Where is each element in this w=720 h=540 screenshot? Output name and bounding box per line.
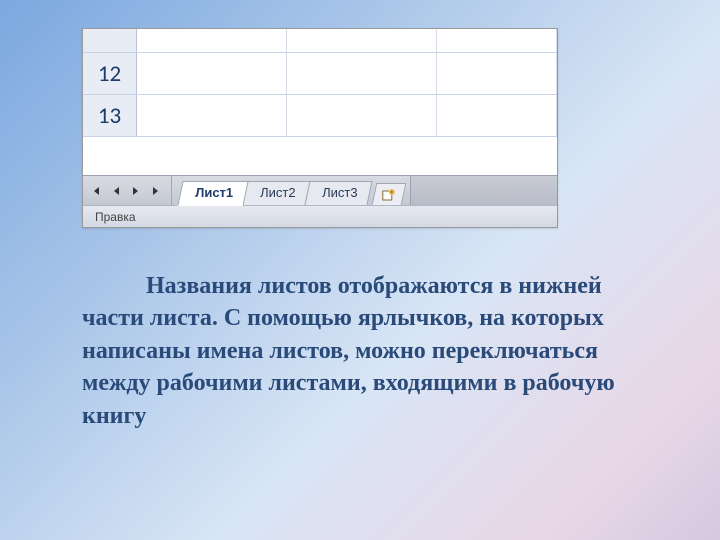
cell[interactable] bbox=[137, 53, 287, 94]
new-sheet-button[interactable] bbox=[372, 183, 407, 205]
sheet-tab-label: Лист2 bbox=[260, 185, 295, 200]
body-paragraph: Названия листов отображаются в нижней ча… bbox=[82, 273, 615, 429]
nav-last-icon[interactable] bbox=[147, 182, 165, 200]
sheet-tabs: Лист1 Лист2 Лист3 bbox=[172, 176, 404, 205]
row-header: 13 bbox=[83, 95, 137, 136]
tab-bar-scroll-area bbox=[410, 176, 557, 205]
cell[interactable] bbox=[137, 29, 287, 52]
sheet-tab[interactable]: Лист2 bbox=[242, 181, 311, 205]
grid-row: 13 bbox=[83, 95, 557, 137]
cell[interactable] bbox=[137, 95, 287, 136]
cell-area bbox=[137, 95, 557, 136]
sheet-tab[interactable]: Лист3 bbox=[305, 181, 374, 205]
cell[interactable] bbox=[287, 53, 437, 94]
cell-area bbox=[137, 29, 557, 52]
slide-body-text: Названия листов отображаются в нижней ча… bbox=[82, 270, 660, 432]
cell[interactable] bbox=[287, 95, 437, 136]
nav-first-icon[interactable] bbox=[87, 182, 105, 200]
new-sheet-icon bbox=[382, 189, 396, 201]
cell[interactable] bbox=[287, 29, 437, 52]
spreadsheet-screenshot: 12 13 bbox=[82, 28, 558, 228]
grid-row: 12 bbox=[83, 53, 557, 95]
nav-next-icon[interactable] bbox=[127, 182, 145, 200]
grid-row-partial bbox=[83, 29, 557, 53]
row-header: 12 bbox=[83, 53, 137, 94]
cell[interactable] bbox=[437, 53, 557, 94]
cell[interactable] bbox=[437, 29, 557, 52]
row-header bbox=[83, 29, 137, 52]
sheet-tab-bar: Лист1 Лист2 Лист3 bbox=[83, 175, 557, 205]
sheet-tab-label: Лист3 bbox=[323, 185, 358, 200]
status-text: Правка bbox=[89, 209, 142, 225]
cell[interactable] bbox=[437, 95, 557, 136]
sheet-tab-active[interactable]: Лист1 bbox=[177, 181, 248, 206]
nav-prev-icon[interactable] bbox=[107, 182, 125, 200]
spreadsheet-grid: 12 13 bbox=[83, 29, 557, 175]
cell-area bbox=[137, 53, 557, 94]
status-bar: Правка bbox=[83, 205, 557, 227]
sheet-tab-label: Лист1 bbox=[195, 185, 233, 200]
sheet-nav-buttons bbox=[83, 176, 172, 205]
